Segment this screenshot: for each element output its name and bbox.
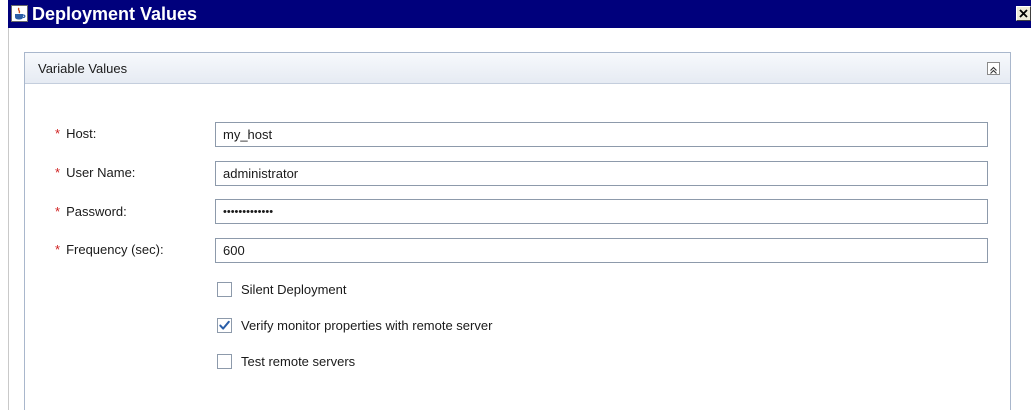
collapse-panel-button[interactable] xyxy=(987,62,1000,75)
checkmark-icon xyxy=(219,320,230,330)
verify-monitor-label: Verify monitor properties with remote se… xyxy=(241,318,493,333)
required-marker: * xyxy=(55,242,61,257)
password-field[interactable] xyxy=(215,199,988,224)
title-bar[interactable]: Deployment Values xyxy=(8,0,1031,28)
java-cup-icon xyxy=(11,5,28,22)
window-title: Deployment Values xyxy=(32,4,198,24)
variable-values-panel: Variable Values *Host: *User Name: *Pass… xyxy=(24,52,1011,410)
password-label: * Password: xyxy=(55,204,127,219)
collapse-up-icon xyxy=(990,66,997,74)
required-marker: * xyxy=(55,165,61,180)
verify-monitor-checkbox[interactable] xyxy=(217,318,232,333)
test-remote-label: Test remote servers xyxy=(241,354,356,369)
panel-title: Variable Values xyxy=(38,61,128,76)
host-field[interactable] xyxy=(215,122,988,147)
panel-header: Variable Values xyxy=(25,53,1010,84)
close-button[interactable] xyxy=(1016,6,1031,21)
test-remote-checkbox[interactable] xyxy=(217,354,232,369)
deployment-values-dialog: Deployment Values Variable Values * Host:… xyxy=(0,0,1031,410)
required-marker: * xyxy=(55,204,61,219)
close-icon xyxy=(1019,9,1028,18)
frequency-field[interactable] xyxy=(215,238,988,263)
required-marker: * xyxy=(55,126,61,141)
silent-deployment-label: Silent Deployment xyxy=(241,282,347,297)
user-name-field[interactable] xyxy=(215,161,988,186)
silent-deployment-checkbox[interactable] xyxy=(217,282,232,297)
window-border xyxy=(8,28,9,410)
user-name-label: * User Name: xyxy=(55,165,136,180)
host-label: * Host: xyxy=(55,126,97,141)
frequency-label: * Frequency (sec): xyxy=(55,242,164,257)
